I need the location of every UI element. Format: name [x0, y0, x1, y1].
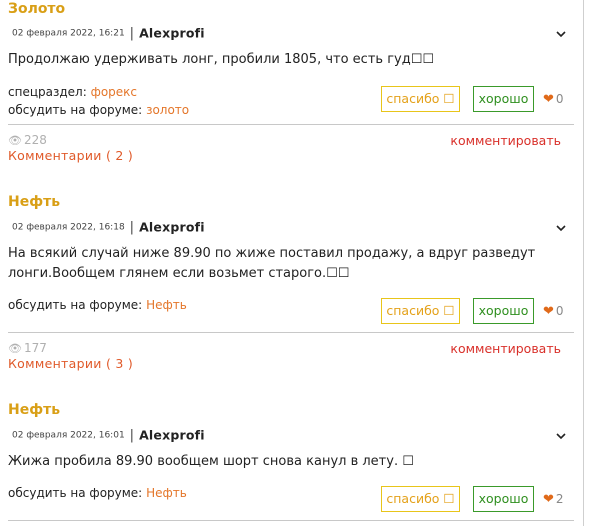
forum-label: обсудить на форуме: — [8, 298, 143, 312]
like-count: 2 — [555, 492, 564, 506]
post-meta: 02 февраля 2022, 16:18 | Alexprofi — [12, 217, 205, 237]
good-button[interactable]: хорошо — [473, 486, 534, 512]
like-count: 0 — [555, 304, 564, 318]
post-author[interactable]: Alexprofi — [139, 26, 205, 41]
forum-label: обсудить на форуме: — [8, 486, 143, 500]
like-counter[interactable]: ❤ 2 — [543, 491, 564, 508]
forum-label: обсудить на форуме: — [8, 103, 143, 117]
thanks-button[interactable]: спасибо ☐ — [381, 486, 460, 512]
post-date: 02 февраля 2022, 16:21 — [12, 28, 125, 39]
eye-icon: 👁 — [8, 134, 22, 147]
forum-link[interactable]: Нефть — [146, 298, 187, 312]
subsection-label: спецраздел: — [8, 85, 87, 99]
like-counter[interactable]: ❤ 0 — [543, 303, 564, 320]
post-date: 02 февраля 2022, 16:18 — [12, 222, 125, 233]
right-border — [583, 0, 584, 526]
views-count: 228 — [23, 133, 47, 147]
heart-icon: ❤ — [543, 492, 554, 507]
post-text: Жижа пробила 89.90 вообщем шорт снова ка… — [8, 454, 414, 469]
views-count: 177 — [23, 341, 47, 355]
comment-action-link[interactable]: комментировать — [450, 133, 561, 148]
chevron-down-icon[interactable] — [553, 27, 569, 41]
like-count: 0 — [555, 92, 564, 106]
post-text-line-1: На всякий случай ниже 89.90 по жиже пост… — [8, 246, 536, 261]
heart-icon: ❤ — [543, 304, 554, 319]
eye-icon: 👁 — [8, 342, 22, 355]
forum-line: обсудить на форуме: золото — [8, 102, 189, 119]
divider — [8, 520, 574, 521]
subsection-link[interactable]: форекс — [91, 85, 137, 99]
chevron-down-icon[interactable] — [553, 221, 569, 235]
chevron-down-icon[interactable] — [553, 429, 569, 443]
post-author[interactable]: Alexprofi — [139, 428, 205, 443]
views-counter: 👁 177 — [8, 341, 47, 356]
comments-link[interactable]: Комментарии ( 3 ) — [8, 356, 133, 371]
post-title[interactable]: Нефть — [8, 194, 60, 210]
good-button[interactable]: хорошо — [473, 298, 534, 324]
meta-separator: | — [129, 25, 135, 41]
forum-link[interactable]: золото — [146, 103, 189, 117]
like-counter[interactable]: ❤ 0 — [543, 91, 564, 108]
forum-line: обсудить на форуме: Нефть — [8, 297, 187, 314]
post-date: 02 февраля 2022, 16:01 — [12, 430, 125, 441]
post-meta: 02 февраля 2022, 16:01 | Alexprofi — [12, 425, 205, 445]
post-meta: 02 февраля 2022, 16:21 | Alexprofi — [12, 23, 205, 43]
meta-separator: | — [129, 427, 135, 443]
forum-link[interactable]: Нефть — [146, 486, 187, 500]
comment-action-link[interactable]: комментировать — [450, 341, 561, 356]
heart-icon: ❤ — [543, 92, 554, 107]
thanks-button[interactable]: спасибо ☐ — [381, 86, 460, 112]
post-text-line-2: лонги.Вообщем глянем если возьмет старог… — [8, 266, 350, 281]
meta-separator: | — [129, 219, 135, 235]
comments-link[interactable]: Комментарии ( 2 ) — [8, 148, 133, 163]
divider — [8, 124, 574, 125]
post-text: Продолжаю удерживать лонг, пробили 1805,… — [8, 52, 435, 67]
thanks-button[interactable]: спасибо ☐ — [381, 298, 460, 324]
post-author[interactable]: Alexprofi — [139, 220, 205, 235]
forum-line: обсудить на форуме: Нефть — [8, 485, 187, 502]
subsection-line: спецраздел: форекс — [8, 84, 137, 101]
good-button[interactable]: хорошо — [473, 86, 534, 112]
views-counter: 👁 228 — [8, 133, 47, 148]
post-title[interactable]: Нефть — [8, 402, 60, 418]
post-title[interactable]: Золото — [8, 1, 65, 17]
divider — [8, 332, 574, 333]
